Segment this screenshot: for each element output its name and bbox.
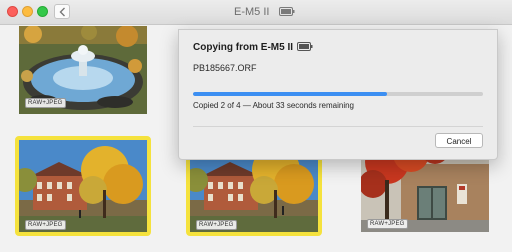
photo-thumbnail[interactable]: RAW+JPEG (19, 26, 147, 114)
photo-image (19, 140, 147, 232)
battery-icon (279, 7, 295, 16)
window-titlebar: E-M5 II (0, 0, 512, 25)
dialog-divider (193, 126, 483, 127)
copy-progress-fill (193, 92, 388, 96)
raw-jpeg-badge: RAW+JPEG (25, 98, 66, 108)
close-window-button[interactable] (7, 6, 18, 17)
copy-progress-dialog: Copying from E-M5 II PB185667.ORF Copied… (178, 29, 498, 160)
battery-icon (297, 42, 313, 51)
minimize-window-button[interactable] (22, 6, 33, 17)
cancel-button[interactable]: Cancel (435, 133, 483, 148)
raw-jpeg-badge: RAW+JPEG (196, 220, 237, 230)
raw-jpeg-badge: RAW+JPEG (367, 219, 408, 229)
back-chevron-icon (59, 7, 65, 17)
zoom-window-button[interactable] (37, 6, 48, 17)
copy-status-text: Copied 2 of 4 — About 33 seconds remaini… (193, 101, 354, 110)
copy-progress-bar (193, 92, 483, 96)
photo-thumbnail[interactable]: RAW+JPEG (15, 136, 151, 236)
current-file-name: PB185667.ORF (193, 63, 257, 73)
back-button[interactable] (54, 4, 70, 19)
window-title: E-M5 II (234, 6, 270, 18)
dialog-title: Copying from E-M5 II (193, 42, 293, 53)
raw-jpeg-badge: RAW+JPEG (25, 220, 66, 230)
